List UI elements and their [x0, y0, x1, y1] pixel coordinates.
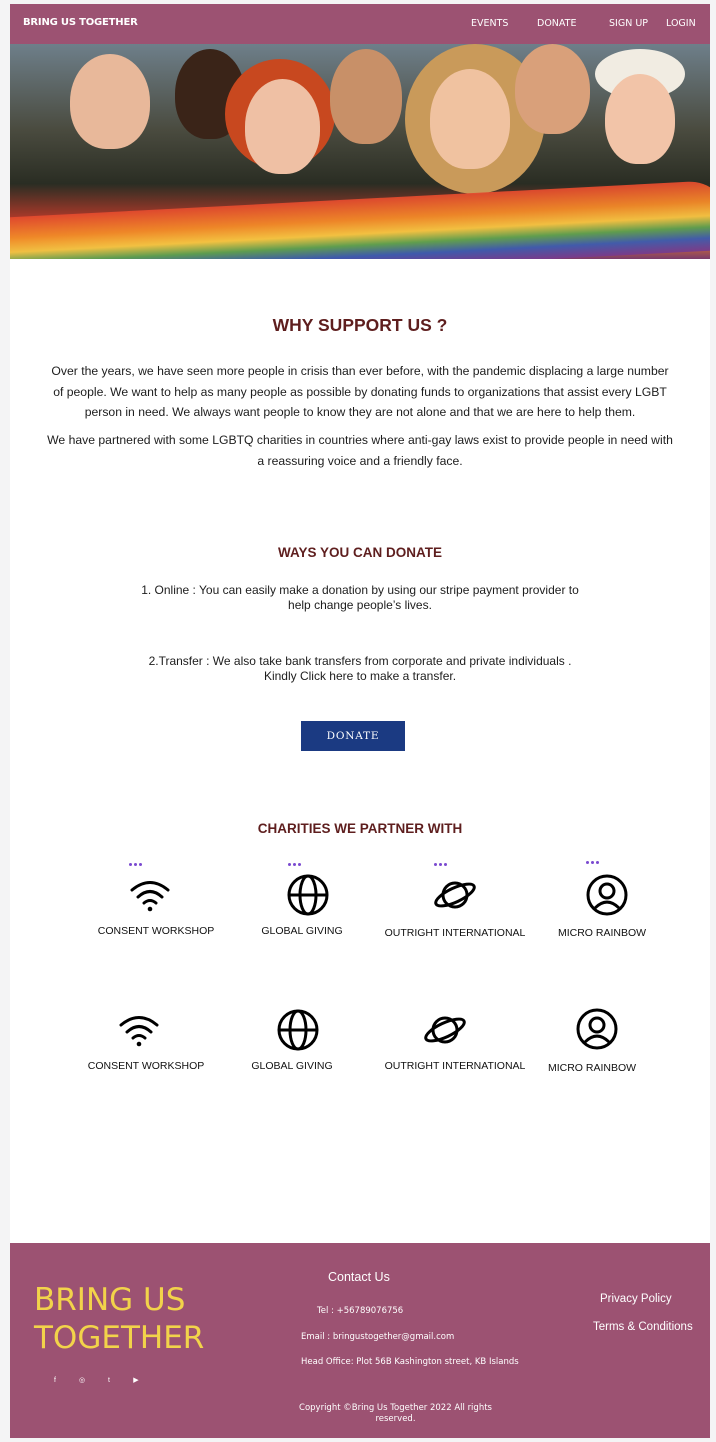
footer-brand-line: TOGETHER	[34, 1320, 205, 1356]
charity-label[interactable]: MICRO RAINBOW	[507, 1062, 677, 1074]
hero-person	[330, 49, 402, 144]
more-options-icon[interactable]	[129, 863, 147, 867]
page: BRING US TOGETHER EVENTS DONATE SIGN UP …	[10, 4, 710, 1438]
charity-label[interactable]: GLOBAL GIVING	[207, 1060, 377, 1072]
footer-brand-line: BRING US	[34, 1282, 186, 1318]
user-circle-icon[interactable]	[585, 873, 629, 917]
charity-label[interactable]: CONSENT WORKSHOP	[71, 925, 241, 937]
user-circle-icon[interactable]	[575, 1007, 619, 1051]
footer: BRING US TOGETHER f ◎ t ▶ Contact Us Tel…	[10, 1243, 710, 1438]
more-options-icon[interactable]	[586, 861, 604, 865]
text-line: 1. Online : You can easily make a donati…	[141, 583, 579, 597]
planet-icon[interactable]	[423, 1008, 467, 1052]
instagram-icon[interactable]: ◎	[77, 1376, 87, 1386]
hero-person	[70, 54, 150, 149]
terms-link[interactable]: Terms & Conditions	[593, 1321, 693, 1333]
rainbow-flag	[10, 179, 710, 259]
nav-login-link[interactable]: LOGIN	[666, 18, 696, 29]
globe-icon[interactable]	[276, 1008, 320, 1052]
hero-image	[10, 44, 710, 259]
text-line: person in need. We always want people to…	[84, 405, 636, 419]
privacy-policy-link[interactable]: Privacy Policy	[600, 1293, 672, 1305]
charity-label[interactable]: MICRO RAINBOW	[517, 927, 687, 939]
text-line: 2.Transfer : We also take bank transfers…	[148, 654, 572, 668]
nav-signup-link[interactable]: SIGN UP	[609, 18, 648, 29]
ways-title: WAYS YOU CAN DONATE	[277, 545, 443, 560]
charity-label[interactable]: GLOBAL GIVING	[217, 925, 387, 937]
copyright-line: reserved.	[375, 1414, 416, 1424]
charities-title: CHARITIES WE PARTNER WITH	[257, 821, 463, 836]
charity-label[interactable]: OUTRIGHT INTERNATIONAL	[370, 927, 540, 939]
youtube-icon[interactable]: ▶	[131, 1376, 141, 1386]
online-donation-text: 1. Online : You can easily make a donati…	[130, 583, 590, 612]
copyright-line: Copyright ©Bring Us Together 2022 All ri…	[299, 1403, 492, 1413]
why-paragraph-1: Over the years, we have seen more people…	[40, 361, 680, 423]
contact-office: Head Office: Plot 56B Kashington street,…	[301, 1357, 519, 1367]
text-line: of people. We want to help as many peopl…	[53, 384, 667, 399]
facebook-icon[interactable]: f	[50, 1376, 60, 1386]
hero-person	[430, 69, 510, 169]
why-paragraph-2: We have partnered with some LGBTQ charit…	[30, 430, 690, 471]
transfer-donation-text: 2.Transfer : We also take bank transfers…	[130, 654, 590, 683]
wifi-icon[interactable]	[128, 873, 172, 917]
donate-button[interactable]: DONATE	[301, 721, 405, 751]
more-options-icon[interactable]	[434, 863, 452, 867]
hero-person	[605, 74, 675, 164]
transfer-link[interactable]: Kindly Click here to make a transfer.	[130, 669, 590, 684]
more-options-icon[interactable]	[288, 863, 306, 867]
why-support-title: WHY SUPPORT US ?	[272, 315, 448, 335]
nav-donate-link[interactable]: DONATE	[537, 18, 576, 29]
contact-tel[interactable]: Tel : +56789076756	[317, 1306, 403, 1316]
globe-icon[interactable]	[286, 873, 330, 917]
top-nav: BRING US TOGETHER EVENTS DONATE SIGN UP …	[10, 4, 710, 44]
wifi-icon[interactable]	[117, 1008, 161, 1052]
twitter-icon[interactable]: t	[104, 1376, 114, 1386]
copyright: Copyright ©Bring Us Together 2022 All ri…	[293, 1403, 498, 1425]
planet-icon[interactable]	[433, 873, 477, 917]
contact-title: Contact Us	[328, 1270, 390, 1284]
text-line: Over the years, we have seen more people…	[51, 364, 669, 378]
contact-email[interactable]: Email : bringustogether@gmail.com	[301, 1332, 454, 1342]
text-line: help change people’s lives.	[288, 597, 432, 612]
footer-brand: BRING US TOGETHER	[34, 1281, 204, 1357]
nav-events-link[interactable]: EVENTS	[471, 18, 508, 29]
hero-person	[515, 44, 590, 134]
text-line: a reassuring voice and a friendly face.	[257, 453, 463, 468]
charity-label[interactable]: CONSENT WORKSHOP	[61, 1060, 231, 1072]
hero-person	[245, 79, 320, 174]
nav-brand[interactable]: BRING US TOGETHER	[23, 17, 138, 28]
text-line: We have partnered with some LGBTQ charit…	[47, 433, 673, 447]
